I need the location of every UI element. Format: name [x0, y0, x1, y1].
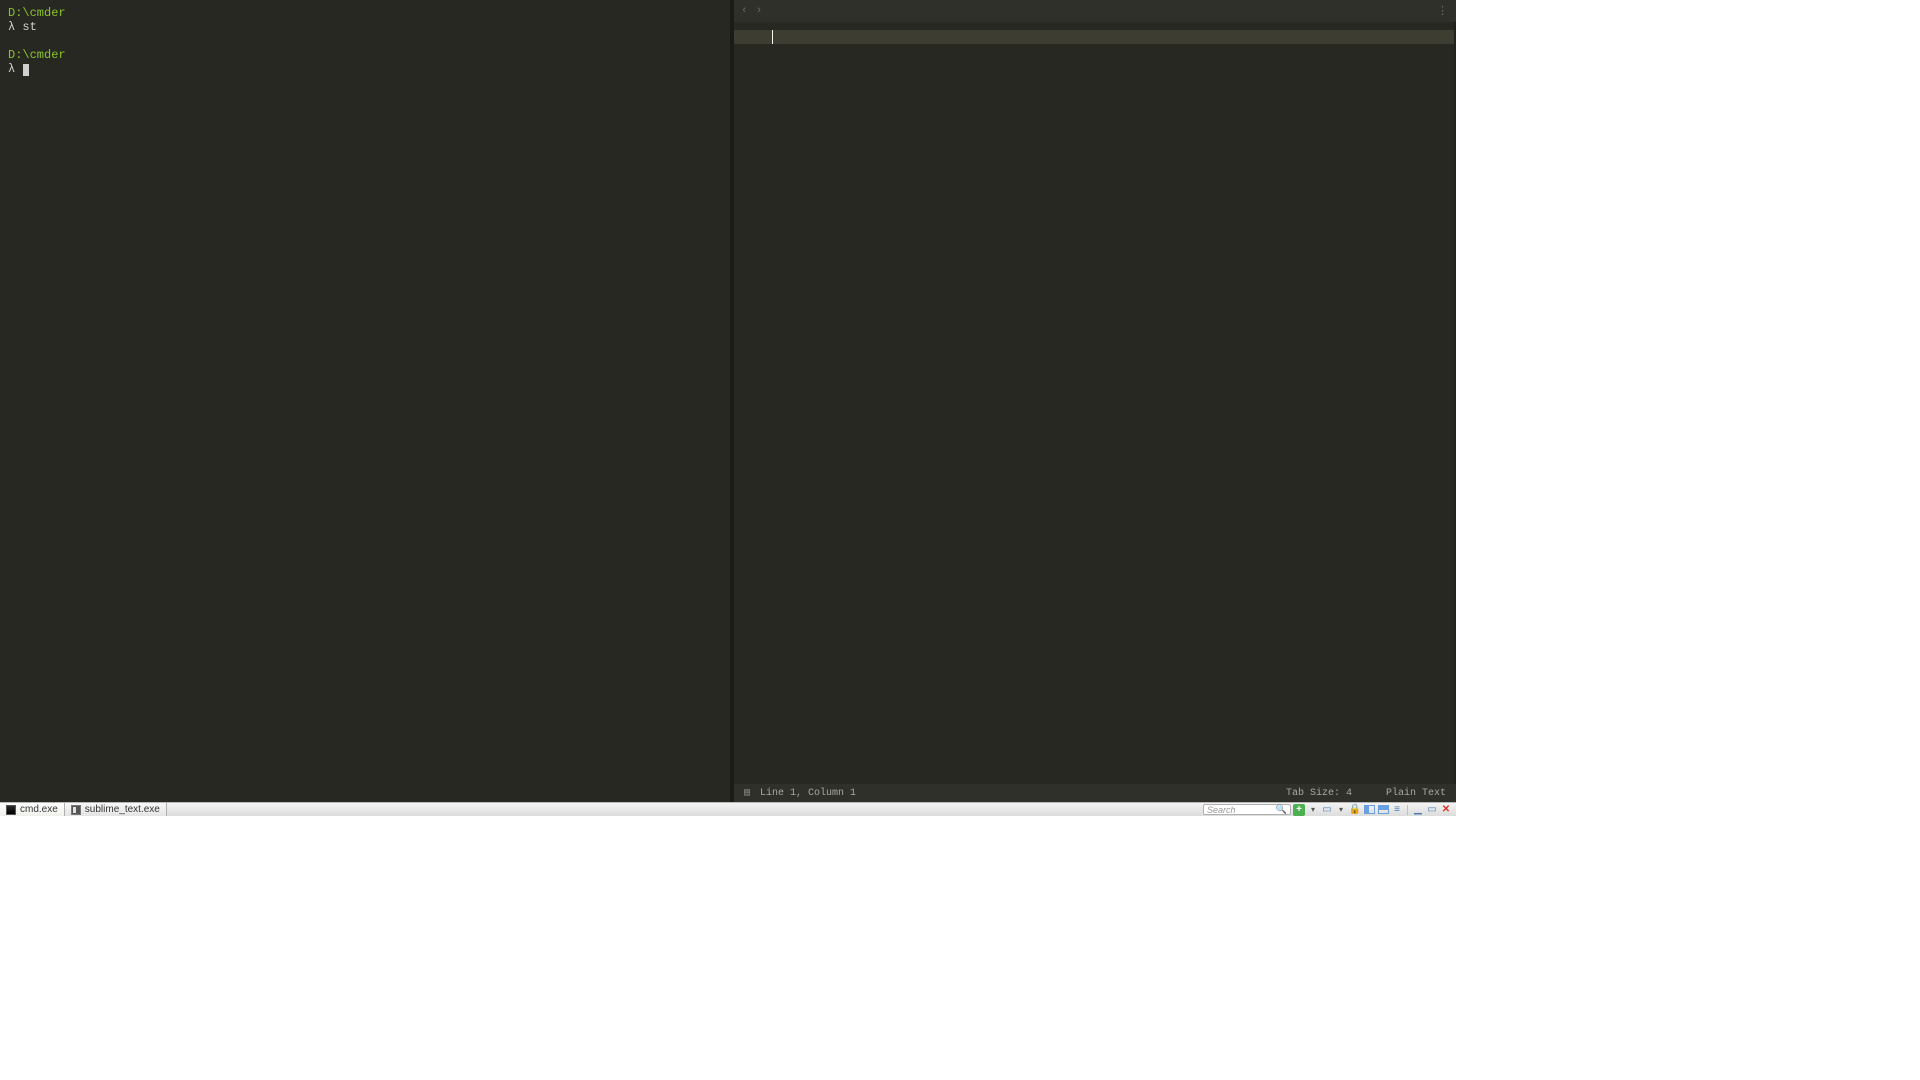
statusbar-menu-icon[interactable]: ▤: [744, 787, 750, 799]
editor-statusbar: ▤ Line 1, Column 1 Tab Size: 4 Plain Tex…: [734, 784, 1456, 802]
show-panel-dropdown-icon[interactable]: ▾: [1335, 804, 1347, 816]
statusbar-position[interactable]: Line 1, Column 1: [760, 788, 856, 799]
close-button[interactable]: ✕: [1440, 804, 1452, 816]
sublime-icon: [71, 805, 81, 815]
taskbar-tab-sublime[interactable]: sublime_text.exe: [65, 803, 167, 816]
tabbar-menu-icon[interactable]: ⋮: [1437, 4, 1450, 18]
search-input[interactable]: Search 🔍: [1203, 804, 1291, 815]
terminal-blank-line: [8, 34, 722, 48]
terminal-prompt: λ: [8, 20, 15, 34]
search-placeholder: Search: [1207, 805, 1236, 815]
terminal-line: D:\cmder: [8, 6, 722, 20]
terminal-line: D:\cmder: [8, 48, 722, 62]
layout-top-icon[interactable]: [1377, 804, 1389, 816]
current-line-highlight: [734, 30, 1454, 44]
statusbar-tab-size[interactable]: Tab Size: 4: [1286, 788, 1352, 799]
editor-cursor: [772, 30, 773, 44]
lock-icon[interactable]: 🔒: [1349, 804, 1361, 816]
search-icon: 🔍: [1276, 804, 1287, 815]
taskbar-tab-label: sublime_text.exe: [85, 804, 160, 815]
terminal-line: λ: [8, 62, 722, 76]
editor-body[interactable]: 1: [734, 22, 1456, 784]
menu-icon[interactable]: ≡: [1391, 804, 1403, 816]
taskbar-tab-label: cmd.exe: [20, 804, 58, 815]
statusbar-syntax[interactable]: Plain Text: [1386, 788, 1446, 799]
editor-tabbar: ‹ › ⋮: [734, 0, 1456, 22]
new-console-dropdown-icon[interactable]: ▾: [1307, 804, 1319, 816]
maximize-button[interactable]: ▭: [1426, 804, 1438, 816]
show-panel-button[interactable]: ▭: [1321, 804, 1333, 816]
taskbar-tab-cmd[interactable]: cmd.exe: [0, 803, 65, 816]
terminal-line: λ st: [8, 20, 722, 34]
editor-pane: ‹ › ⋮ 1 ▤ Line 1, Column 1 Tab Size: 4 P…: [734, 0, 1456, 802]
editor-gutter: 1: [734, 22, 770, 784]
terminal-path: D:\cmder: [8, 6, 66, 20]
tab-history-back-icon[interactable]: ‹: [740, 5, 749, 17]
taskbar-tray: Search 🔍 + ▾ ▭ ▾ 🔒 ≡ ▁ ▭ ✕: [1199, 803, 1456, 816]
taskbar: cmd.exe sublime_text.exe Search 🔍 + ▾ ▭ …: [0, 802, 1456, 816]
new-console-button[interactable]: +: [1293, 804, 1305, 816]
workspace: D:\cmder λ st D:\cmder λ ‹ › ⋮ 1: [0, 0, 1456, 802]
tab-history-forward-icon[interactable]: ›: [755, 5, 764, 17]
terminal-icon: [6, 805, 16, 815]
terminal-command: st: [22, 20, 36, 34]
editor-text-area[interactable]: [770, 22, 1454, 784]
layout-left-icon[interactable]: [1363, 804, 1375, 816]
terminal-pane[interactable]: D:\cmder λ st D:\cmder λ: [0, 0, 730, 802]
terminal-path: D:\cmder: [8, 48, 66, 62]
terminal-prompt: λ: [8, 62, 15, 76]
minimize-button[interactable]: ▁: [1412, 804, 1424, 816]
terminal-cursor: [22, 62, 29, 76]
minimap-edge: [1454, 22, 1456, 784]
tray-separator: [1407, 805, 1408, 815]
